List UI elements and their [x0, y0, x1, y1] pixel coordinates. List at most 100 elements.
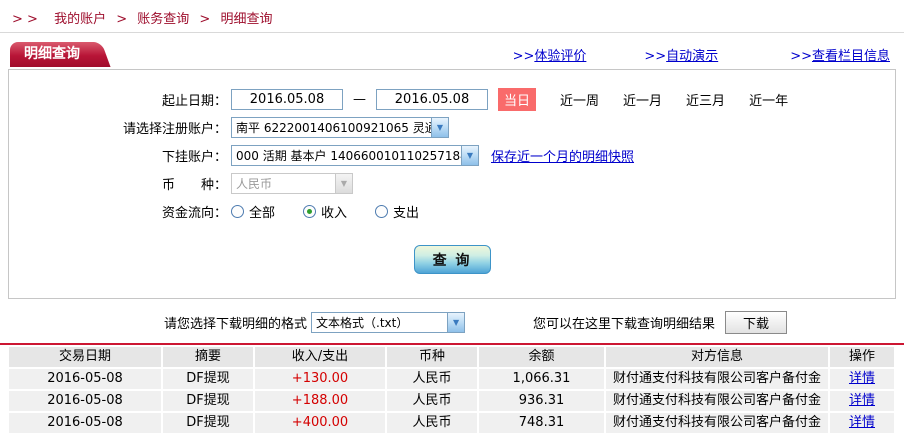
- flow-radio-expense[interactable]: 支出: [375, 202, 419, 221]
- currency-value: 人民币: [236, 176, 273, 191]
- link-prefix: >>: [512, 49, 535, 64]
- cell-balance: 748.31: [479, 413, 604, 433]
- header-links: >>体验评价 >>自动演示 >>查看栏目信息: [513, 45, 904, 64]
- query-form-panel: 起止日期： — 当日 近一周 近一月 近三月 近一年 请选择注册账户： 南平 6…: [8, 69, 896, 299]
- cell-currency: 人民币: [387, 391, 477, 411]
- tab-detail-query[interactable]: 明细查询: [10, 42, 94, 67]
- radio-icon: [231, 204, 244, 218]
- quick-range-week[interactable]: 近一周: [560, 90, 599, 109]
- cell-amount: +400.00: [255, 413, 385, 433]
- breadcrumb-separator: >: [199, 12, 211, 27]
- flow-radio-income[interactable]: 收入: [303, 202, 347, 221]
- cell-action: 详情: [830, 413, 894, 433]
- quick-range-year[interactable]: 近一年: [749, 90, 788, 109]
- cell-date: 2016-05-08: [9, 369, 161, 389]
- link-label: 查看栏目信息: [811, 49, 890, 64]
- detail-link[interactable]: 详情: [849, 415, 875, 430]
- date-dash: —: [353, 91, 366, 107]
- radio-icon: [375, 204, 389, 218]
- register-account-value: 南平 6222001406100921065 灵通卡: [236, 120, 431, 135]
- col-header-counterparty: 对方信息: [606, 347, 828, 367]
- start-date-input[interactable]: [231, 88, 343, 110]
- sub-account-select[interactable]: 000 活期 基本户 1406600101102571848 ▼: [231, 144, 479, 166]
- breadcrumb-item-account-query[interactable]: 账务查询: [137, 12, 189, 27]
- chevron-down-icon: ▼: [461, 145, 478, 165]
- flow-radio-label: 支出: [393, 205, 420, 221]
- chevron-down-icon: ▼: [431, 117, 448, 137]
- cell-action: 详情: [830, 391, 894, 411]
- red-divider: [0, 343, 904, 345]
- quick-range-quarter[interactable]: 近三月: [686, 90, 725, 109]
- radio-icon: [303, 204, 317, 218]
- cell-currency: 人民币: [387, 369, 477, 389]
- query-button[interactable]: 查 询: [413, 245, 491, 274]
- breadcrumb-item-my-account[interactable]: 我的账户: [54, 12, 106, 27]
- cell-amount: +130.00: [255, 369, 385, 389]
- flow-direction-label: 资金流向：: [161, 205, 227, 221]
- cell-balance: 936.31: [479, 391, 604, 411]
- currency-row: 币 种： 人民币 ▼: [9, 169, 895, 197]
- cell-currency: 人民币: [387, 413, 477, 433]
- download-format-select[interactable]: 文本格式（.txt） ▼: [311, 311, 466, 333]
- breadcrumb-arrows: > >: [12, 12, 38, 27]
- transactions-table: 交易日期 摘要 收入/支出 币种 余额 对方信息 操作 2016-05-08 D…: [9, 347, 895, 433]
- col-header-currency: 币种: [387, 347, 477, 367]
- cell-counterparty: 财付通支付科技有限公司客户备付金: [606, 391, 828, 411]
- link-label: 体验评价: [534, 49, 587, 64]
- link-auto-demo[interactable]: >>自动演示: [644, 45, 718, 64]
- register-account-label: 请选择注册账户：: [122, 121, 227, 137]
- top-divider: [0, 32, 904, 33]
- flow-radio-all[interactable]: 全部: [231, 202, 275, 221]
- chevron-down-icon: ▼: [335, 173, 352, 193]
- breadcrumb-separator: >: [116, 12, 128, 27]
- cell-summary: DF提现: [163, 391, 253, 411]
- cell-balance: 1,066.31: [479, 369, 604, 389]
- quick-range-month[interactable]: 近一月: [623, 90, 662, 109]
- link-prefix: >>: [790, 49, 812, 64]
- download-hint: 您可以在这里下载查询明细结果: [533, 316, 716, 332]
- flow-radio-label: 全部: [249, 205, 276, 221]
- cell-action: 详情: [830, 369, 894, 389]
- link-prefix: >>: [644, 49, 667, 64]
- sub-account-value: 000 活期 基本户 1406600101102571848: [236, 148, 461, 163]
- cell-amount: +188.00: [255, 391, 385, 411]
- col-header-amount: 收入/支出: [255, 347, 385, 367]
- sub-account-row: 下挂账户： 000 活期 基本户 1406600101102571848 ▼ 保…: [9, 141, 895, 169]
- cell-date: 2016-05-08: [9, 391, 161, 411]
- cell-summary: DF提现: [163, 369, 253, 389]
- cell-summary: DF提现: [163, 413, 253, 433]
- tab-row: 明细查询 >>体验评价 >>自动演示 >>查看栏目信息: [0, 42, 904, 67]
- register-account-select[interactable]: 南平 6222001406100921065 灵通卡 ▼: [231, 116, 449, 138]
- col-header-action: 操作: [830, 347, 894, 367]
- col-header-date: 交易日期: [9, 347, 161, 367]
- quick-range-today[interactable]: 当日: [498, 87, 537, 111]
- link-experience-rating[interactable]: >>体验评价: [513, 45, 587, 64]
- cell-counterparty: 财付通支付科技有限公司客户备付金: [606, 369, 828, 389]
- flow-direction-row: 资金流向： 全部 收入 支出: [9, 197, 895, 225]
- link-label: 自动演示: [666, 49, 719, 64]
- download-button[interactable]: 下载: [725, 310, 788, 334]
- sub-account-label: 下挂账户：: [161, 149, 227, 165]
- currency-select: 人民币 ▼: [231, 172, 353, 194]
- cell-counterparty: 财付通支付科技有限公司客户备付金: [606, 413, 828, 433]
- detail-link[interactable]: 详情: [849, 371, 875, 386]
- cell-date: 2016-05-08: [9, 413, 161, 433]
- snapshot-link[interactable]: 保存近一个月的明细快照: [491, 146, 634, 165]
- end-date-input[interactable]: [376, 88, 488, 110]
- date-range-label: 起止日期：: [161, 93, 227, 109]
- register-account-row: 请选择注册账户： 南平 6222001406100921065 灵通卡 ▼: [9, 113, 895, 141]
- col-header-balance: 余额: [479, 347, 604, 367]
- download-row: 请您选择下载明细的格式 文本格式（.txt） ▼ 您可以在这里下载查询明细结果 …: [164, 310, 904, 334]
- download-format-label: 请您选择下载明细的格式: [164, 316, 308, 332]
- breadcrumb: > > 我的账户 > 账务查询 > 明细查询: [0, 0, 904, 32]
- detail-link[interactable]: 详情: [849, 393, 875, 408]
- col-header-summary: 摘要: [163, 347, 253, 367]
- query-button-row: 查 询: [9, 245, 895, 274]
- currency-label: 币 种：: [161, 177, 227, 193]
- link-view-column-info[interactable]: >>查看栏目信息: [790, 45, 890, 64]
- chevron-down-icon: ▼: [447, 312, 465, 332]
- flow-radio-label: 收入: [321, 205, 348, 221]
- date-range-row: 起止日期： — 当日 近一周 近一月 近三月 近一年: [9, 85, 895, 113]
- breadcrumb-item-detail-query[interactable]: 明细查询: [220, 12, 272, 27]
- download-format-value: 文本格式（.txt）: [316, 315, 409, 330]
